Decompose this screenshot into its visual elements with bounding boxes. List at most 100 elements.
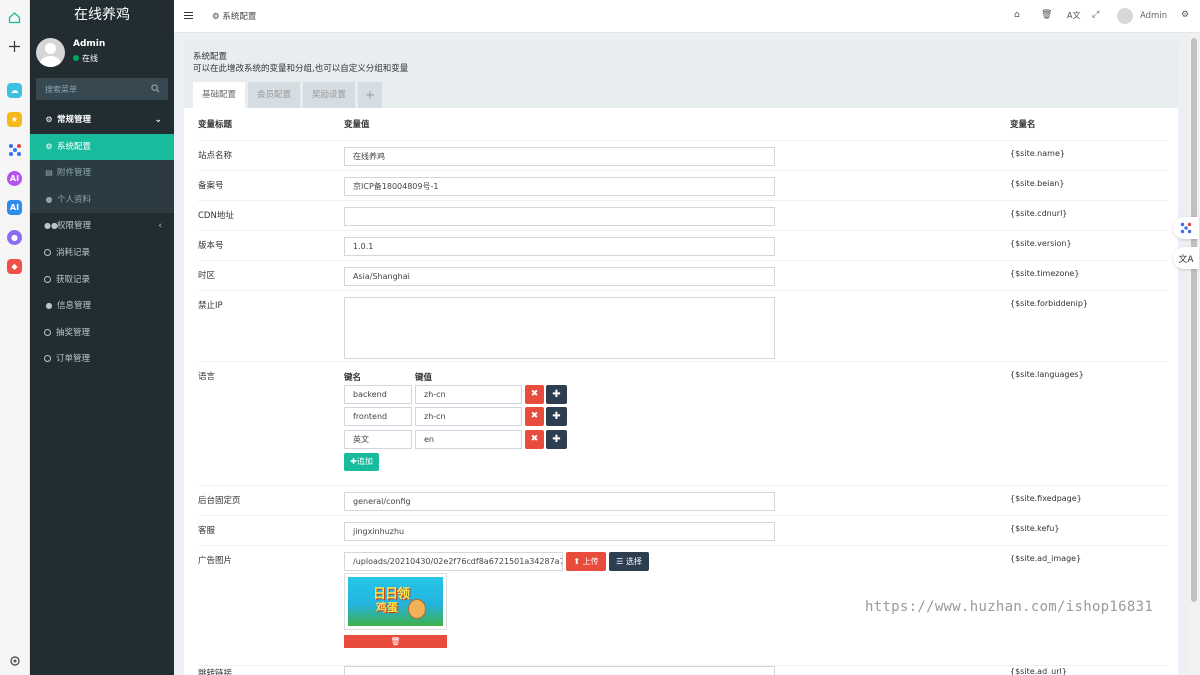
table-row: 禁止IP {$site.forbiddenip} — [198, 290, 1168, 361]
table-row: 版本号 1.0.1 {$site.version} — [198, 230, 1168, 260]
lang-key-input[interactable]: frontend — [344, 407, 412, 426]
sidebar-item-orders[interactable]: 订单管理 — [30, 346, 174, 373]
sidebar-item-auth[interactable]: ●●权限管理 ‹ — [30, 213, 174, 240]
app-chat-icon[interactable]: ● — [7, 230, 22, 245]
settings-icon[interactable] — [7, 653, 22, 668]
gear-icon: ⚙ — [212, 12, 223, 22]
select-label: 选择 — [625, 557, 642, 566]
version-input[interactable]: 1.0.1 — [344, 237, 775, 256]
row-var: {$site.languages} — [1010, 370, 1084, 379]
cogs-icon[interactable]: ⚙ — [1181, 10, 1189, 20]
circle-icon — [44, 328, 51, 336]
beian-input[interactable]: 京ICP备18004809号-1 — [344, 177, 775, 196]
delete-image-button[interactable]: 🗑 — [344, 635, 447, 648]
sidebar-item-gain[interactable]: 获取记录 — [30, 267, 174, 294]
app-network-icon[interactable] — [7, 142, 22, 157]
tab-reward[interactable]: 奖励设置 — [303, 82, 355, 108]
translate-float-button[interactable]: 文A — [1173, 247, 1199, 269]
lang-value-input[interactable]: zh-cn — [415, 407, 522, 426]
sidebar-item-consume[interactable]: 消耗记录 — [30, 240, 174, 267]
sidebar-item-lottery[interactable]: 抽奖管理 — [30, 320, 174, 347]
row-title: 语言 — [198, 372, 216, 382]
sidebar-item-label: 附件管理 — [57, 168, 92, 179]
search-icon[interactable] — [151, 84, 160, 93]
lang-value-input[interactable]: zh-cn — [415, 385, 522, 404]
sidebar-item-label: 消耗记录 — [56, 247, 91, 258]
table-row: CDN地址 {$site.cdnurl} — [198, 200, 1168, 230]
row-title: CDN地址 — [198, 211, 234, 221]
menu-toggle-icon[interactable] — [184, 11, 193, 20]
ad-image-thumbnail[interactable]: 日日领 鸡蛋 — [344, 573, 447, 630]
page-description: 可以在此增改系统的变量和分组,也可以自定义分组和变量 — [193, 64, 409, 74]
kefu-input[interactable]: jingxinhuzhu — [344, 522, 775, 541]
circle-icon — [44, 248, 51, 256]
sidebar-item-label: 权限管理 — [57, 221, 92, 232]
top-header: ⚙ 系统配置 ⌂ 🗑 A文 ⤢ Admin ⚙ — [174, 0, 1200, 33]
row-title: 版本号 — [198, 241, 224, 251]
translate-icon[interactable]: A文 — [1067, 10, 1080, 21]
sidebar-item-label: 订单管理 — [56, 354, 91, 365]
drag-handle-button[interactable]: ✚ — [546, 407, 567, 426]
sidebar-item-label: 抽奖管理 — [56, 327, 91, 338]
tab-member[interactable]: 会员配置 — [248, 82, 300, 108]
app-game-icon[interactable]: ◆ — [7, 259, 22, 274]
forbidden-ip-textarea[interactable] — [344, 297, 775, 359]
drag-handle-button[interactable]: ✚ — [546, 385, 567, 404]
row-title: 跳转链接 — [198, 669, 233, 675]
sidebar-item-general[interactable]: ⚙ 常规管理 ⌄ — [30, 107, 174, 134]
table-row: 时区 Asia/Shanghai {$site.timezone} — [198, 260, 1168, 290]
app-star-icon[interactable]: ★ — [7, 112, 22, 127]
select-button[interactable]: ☰ 选择 — [609, 552, 649, 571]
app-ai-icon[interactable]: AI — [7, 171, 22, 186]
online-dot-icon — [73, 55, 79, 61]
ad-image-preview: 日日领 鸡蛋 — [348, 577, 443, 626]
append-button[interactable]: ✚追加 — [344, 453, 379, 471]
lang-key-input[interactable]: backend — [344, 385, 412, 404]
remove-row-button[interactable]: ✖ — [525, 430, 544, 449]
config-panel: 系统配置 可以在此增改系统的变量和分组,也可以自定义分组和变量 基础配置 会员配… — [184, 41, 1178, 675]
network-float-button[interactable] — [1173, 217, 1199, 239]
timezone-input[interactable]: Asia/Shanghai — [344, 267, 775, 286]
row-title: 后台固定页 — [198, 496, 241, 506]
panel-header: 系统配置 可以在此增改系统的变量和分组,也可以自定义分组和变量 基础配置 会员配… — [184, 41, 1178, 108]
lang-key-input[interactable]: 英文 — [344, 430, 412, 449]
tab-system-config[interactable]: ⚙ 系统配置 — [212, 10, 256, 22]
home-icon[interactable]: ⌂ — [1014, 10, 1020, 20]
drag-handle-button[interactable]: ✚ — [546, 430, 567, 449]
avatar[interactable] — [1117, 8, 1133, 24]
file-image-icon: ▤ — [45, 168, 53, 178]
user-status-text: 在线 — [82, 54, 98, 63]
site-name-input[interactable]: 在线养鸡 — [344, 147, 775, 166]
tab-basic[interactable]: 基础配置 — [193, 82, 245, 108]
sidebar-search-input[interactable]: 搜索菜单 — [36, 78, 168, 100]
network-icon — [1180, 222, 1192, 234]
ad-url-input[interactable] — [344, 666, 775, 675]
trash-icon[interactable]: 🗑 — [1041, 10, 1052, 20]
remove-row-button[interactable]: ✖ — [525, 407, 544, 426]
plus-icon[interactable] — [7, 39, 22, 54]
home-icon[interactable] — [7, 10, 22, 25]
fixedpage-input[interactable]: general/config — [344, 492, 775, 511]
top-user-name[interactable]: Admin — [1140, 11, 1167, 21]
sidebar-item-config[interactable]: ⚙ 系统配置 — [30, 133, 174, 161]
tab-add-button[interactable]: + — [358, 82, 382, 108]
remove-row-button[interactable]: ✖ — [525, 385, 544, 404]
page-scrollbar[interactable] — [1188, 33, 1200, 675]
upload-button[interactable]: ⬆ 上传 — [566, 552, 606, 571]
cdn-input[interactable] — [344, 207, 775, 226]
sidebar-item-profile[interactable]: ● 个人资料 — [30, 186, 174, 214]
sidebar-item-attachment[interactable]: ▤ 附件管理 — [30, 160, 174, 187]
row-title: 时区 — [198, 271, 216, 281]
fullscreen-icon[interactable]: ⤢ — [1092, 10, 1099, 20]
brand-title[interactable]: 在线养鸡 — [30, 0, 174, 30]
header-value: 变量值 — [344, 120, 370, 130]
app-ai2-icon[interactable]: AI — [7, 200, 22, 215]
scrollbar-thumb[interactable] — [1191, 38, 1197, 602]
header-var: 变量名 — [1010, 120, 1036, 130]
header-title: 变量标题 — [198, 120, 233, 130]
app-cloud-icon[interactable]: ☁ — [7, 83, 22, 98]
sidebar-item-info[interactable]: ● 信息管理 — [30, 293, 174, 320]
upload-label: 上传 — [582, 557, 599, 566]
ad-image-input[interactable]: /uploads/20210430/02e2f76cdf8a6721501a34… — [344, 552, 563, 571]
lang-value-input[interactable]: en — [415, 430, 522, 449]
